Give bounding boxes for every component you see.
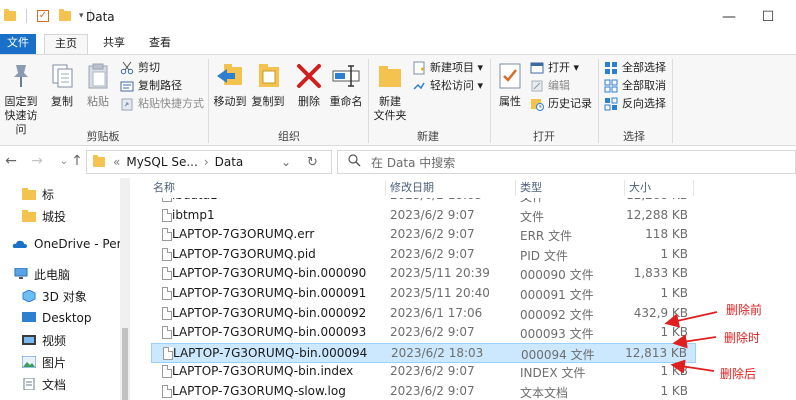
- arrow-after: [670, 359, 715, 374]
- column-header-background: [145, 178, 796, 198]
- annotation-after: 删除后: [720, 367, 757, 381]
- column-separator[interactable]: [385, 180, 386, 196]
- column-header-name[interactable]: 名称: [153, 178, 175, 198]
- column-header-size[interactable]: 大小: [629, 178, 651, 198]
- column-header-type[interactable]: 类型: [520, 178, 542, 198]
- column-separator[interactable]: [624, 180, 625, 196]
- annotation-before: 删除前: [726, 303, 763, 317]
- column-separator[interactable]: [693, 180, 694, 196]
- arrow-during: [672, 334, 717, 349]
- annotation-during: 删除时: [724, 331, 761, 345]
- annotation-arrows: [664, 311, 718, 374]
- column-header-modified[interactable]: 修改日期: [390, 178, 434, 198]
- arrow-before: [664, 311, 718, 328]
- column-separator[interactable]: [515, 180, 516, 196]
